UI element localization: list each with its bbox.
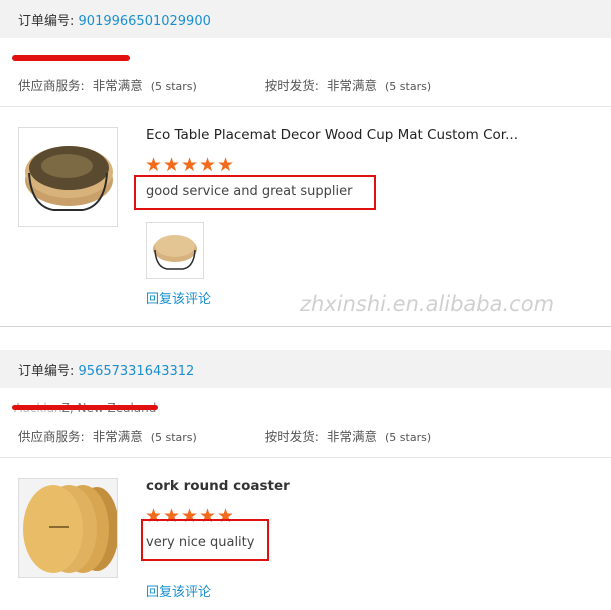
redacted-buyer-name	[12, 405, 158, 410]
redacted-buyer-name	[12, 55, 130, 61]
divider	[0, 457, 611, 458]
star-rating: ★★★★★	[145, 156, 235, 175]
order-number-row: 订单编号: 9019966501029900	[18, 10, 211, 29]
product-title[interactable]: cork round coaster	[146, 478, 290, 494]
star-icon: ★	[199, 154, 217, 176]
shipping-value: 非常满意	[327, 429, 378, 444]
order-header: 订单编号: 95657331643312	[0, 350, 611, 388]
ratings-row: 供应商服务: 非常满意 (5 stars) 按时发货: 非常满意 (5 star…	[18, 75, 435, 94]
shipping-value: 非常满意	[327, 78, 378, 93]
order-number-link[interactable]: 95657331643312	[79, 364, 195, 379]
supplier-service-value: 非常满意	[92, 429, 143, 444]
review-photo[interactable]	[146, 222, 204, 279]
reply-review-link[interactable]: 回复该评论	[146, 288, 211, 307]
star-icon: ★	[163, 154, 181, 176]
divider	[0, 326, 611, 327]
highlight-box	[141, 519, 269, 561]
watermark: zhxinshi.en.alibaba.com	[300, 292, 555, 316]
supplier-service-value: 非常满意	[92, 78, 143, 93]
order-header: 订单编号: 9019966501029900	[0, 0, 611, 38]
supplier-service-stars: (5 stars)	[150, 80, 197, 93]
order-number-link[interactable]: 9019966501029900	[79, 14, 211, 29]
supplier-service-stars: (5 stars)	[150, 431, 197, 444]
shipping-stars: (5 stars)	[385, 80, 432, 93]
order-number-row: 订单编号: 95657331643312	[18, 360, 194, 379]
product-image[interactable]	[18, 127, 118, 227]
highlight-box	[134, 175, 376, 210]
reply-review-link[interactable]: 回复该评论	[146, 581, 211, 600]
shipping-stars: (5 stars)	[385, 431, 432, 444]
ratings-row: 供应商服务: 非常满意 (5 stars) 按时发货: 非常满意 (5 star…	[18, 426, 435, 445]
order-number-label: 订单编号:	[18, 364, 75, 379]
product-title[interactable]: Eco Table Placemat Decor Wood Cup Mat Cu…	[146, 127, 518, 143]
divider	[0, 106, 611, 107]
order-number-label: 订单编号:	[18, 14, 75, 29]
shipping-label: 按时发货:	[264, 429, 320, 444]
supplier-service-label: 供应商服务:	[18, 429, 85, 444]
star-icon: ★	[181, 154, 199, 176]
star-icon: ★	[145, 154, 163, 176]
supplier-service-label: 供应商服务:	[18, 78, 85, 93]
star-icon: ★	[217, 154, 235, 176]
product-image[interactable]	[18, 478, 118, 578]
shipping-label: 按时发货:	[264, 78, 320, 93]
